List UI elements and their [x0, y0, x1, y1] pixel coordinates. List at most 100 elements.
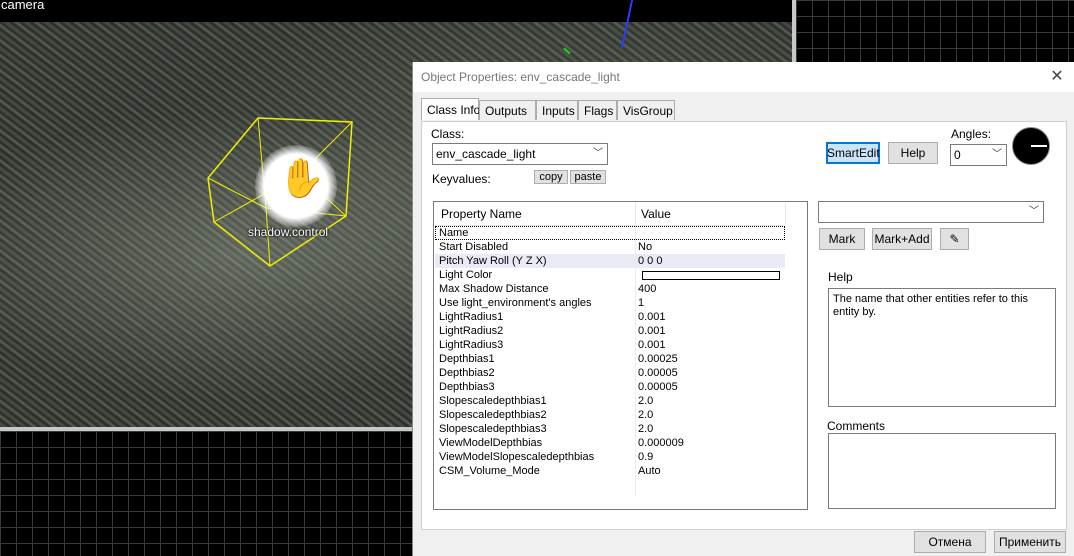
- property-value: 0.001: [638, 339, 666, 351]
- light-color-swatch[interactable]: [642, 271, 780, 280]
- property-value: 0.000009: [638, 437, 684, 449]
- property-name: Slopescaledepthbias2: [439, 409, 547, 421]
- property-value: 0.9: [638, 451, 654, 463]
- close-icon[interactable]: ✕: [1048, 66, 1066, 86]
- value-select[interactable]: ﹀: [818, 201, 1044, 223]
- property-value: 0.001: [638, 325, 666, 337]
- y-axis-line: [563, 47, 571, 55]
- property-value: 400: [638, 283, 657, 295]
- property-name: Depthbias2: [439, 367, 495, 379]
- property-value: 0.00005: [638, 381, 678, 393]
- help-textbox: The name that other entities refer to th…: [828, 288, 1056, 407]
- property-row[interactable]: Pitch Yaw Roll (Y Z X) 0 0 0: [435, 254, 785, 268]
- property-row[interactable]: Depthbias2 0.00005: [435, 366, 785, 380]
- property-row[interactable]: Use light_environment's angles 1: [435, 296, 785, 310]
- grid-viewport-bottom-left[interactable]: [0, 431, 412, 556]
- property-rows: Name Start Disabled No Pitch Yaw Roll (Y Z …: [435, 226, 785, 478]
- property-row[interactable]: Slopescaledepthbias1 2.0: [435, 394, 785, 408]
- property-value: 1: [638, 297, 645, 309]
- property-row[interactable]: Name: [435, 226, 785, 240]
- property-name: Pitch Yaw Roll (Y Z X): [439, 255, 547, 267]
- tab-visgroup[interactable]: VisGroup: [617, 100, 675, 120]
- column-separator: [635, 203, 636, 225]
- property-name: LightRadius1: [439, 311, 504, 323]
- chevron-down-icon: ﹀: [992, 149, 1002, 160]
- property-name: Slopescaledepthbias3: [439, 423, 547, 435]
- property-value: 0.00025: [638, 353, 678, 365]
- tab-outputs[interactable]: Outputs: [479, 100, 536, 120]
- property-name: ViewModelSlopescaledepthbias: [439, 451, 595, 463]
- apply-button[interactable]: Применить: [994, 531, 1066, 553]
- angle-dial-icon[interactable]: [1012, 127, 1050, 165]
- tab-flags[interactable]: Flags: [578, 100, 617, 120]
- property-row[interactable]: Slopescaledepthbias3 2.0: [435, 422, 785, 436]
- smartedit-button[interactable]: SmartEdit: [826, 142, 880, 164]
- property-name: LightRadius3: [439, 339, 504, 351]
- mark-button[interactable]: Mark: [819, 228, 865, 250]
- angles-select[interactable]: 0 ﹀: [950, 144, 1007, 166]
- property-value: 2.0: [638, 409, 654, 421]
- property-value: 2.0: [638, 395, 654, 407]
- property-name: ViewModelDepthbias: [439, 437, 543, 449]
- property-name: Light Color: [439, 269, 493, 281]
- property-list[interactable]: Property Name Value Name Start Disabled No…: [433, 201, 808, 510]
- chevron-down-icon: ﹀: [593, 148, 603, 159]
- property-name: Max Shadow Distance: [439, 283, 549, 295]
- camera-label: camera: [1, 0, 45, 12]
- property-row[interactable]: Slopescaledepthbias2 2.0: [435, 408, 785, 422]
- property-row[interactable]: Depthbias3 0.00005: [435, 380, 785, 394]
- chevron-down-icon: ﹀: [1029, 206, 1039, 217]
- angles-value: 0: [954, 148, 961, 162]
- z-axis-line: [620, 0, 634, 48]
- dialog-title: Object Properties: env_cascade_light: [421, 70, 620, 84]
- object-properties-dialog: Object Properties: env_cascade_light ✕ C…: [412, 62, 1074, 556]
- property-name: LightRadius2: [439, 325, 504, 337]
- help-button[interactable]: Help: [888, 142, 938, 164]
- property-name: Depthbias1: [439, 353, 495, 365]
- comments-textarea[interactable]: [828, 433, 1056, 509]
- property-row[interactable]: Light Color: [435, 268, 785, 282]
- property-row[interactable]: ViewModelDepthbias 0.000009: [435, 436, 785, 450]
- cancel-button[interactable]: Отмена: [914, 531, 986, 553]
- property-row[interactable]: Start Disabled No: [435, 240, 785, 254]
- hand-sprite-icon: ✋: [278, 158, 326, 200]
- property-row[interactable]: LightRadius2 0.001: [435, 324, 785, 338]
- help-label: Help: [828, 270, 853, 284]
- paste-button[interactable]: paste: [570, 170, 606, 184]
- property-value: 0.00005: [638, 367, 678, 379]
- property-name-header[interactable]: Property Name: [441, 207, 522, 221]
- property-value: 0 0 0: [638, 255, 663, 267]
- property-name: Slopescaledepthbias1: [439, 395, 547, 407]
- dialog-titlebar[interactable]: Object Properties: env_cascade_light ✕: [413, 62, 1074, 92]
- help-text: The name that other entities refer to th…: [833, 293, 1029, 318]
- property-row[interactable]: CSM_Volume_Mode Auto: [435, 464, 785, 478]
- property-row[interactable]: Depthbias1 0.00025: [435, 352, 785, 366]
- eyedropper-icon: ✎: [949, 232, 960, 246]
- property-value: 2.0: [638, 423, 654, 435]
- eyedropper-button[interactable]: ✎: [940, 228, 969, 250]
- class-label: Class:: [431, 127, 465, 141]
- mark-add-button[interactable]: Mark+Add: [872, 228, 932, 250]
- property-row[interactable]: Max Shadow Distance 400: [435, 282, 785, 296]
- class-info-panel: Class: env_cascade_light ﹀ Keyvalues: co…: [421, 121, 1067, 530]
- property-row[interactable]: ViewModelSlopescaledepthbias 0.9: [435, 450, 785, 464]
- property-row[interactable]: LightRadius1 0.001: [435, 310, 785, 324]
- value-header[interactable]: Value: [641, 207, 671, 221]
- entity-name-label: shadow.control: [248, 225, 329, 239]
- class-select[interactable]: env_cascade_light ﹀: [432, 143, 608, 165]
- property-value: 0.001: [638, 311, 666, 323]
- copy-button[interactable]: copy: [534, 170, 568, 184]
- comments-label: Comments: [827, 419, 886, 433]
- property-name: Start Disabled: [439, 241, 509, 253]
- property-list-header: Property Name Value: [435, 203, 786, 226]
- class-value: env_cascade_light: [436, 147, 536, 161]
- property-row[interactable]: LightRadius3 0.001: [435, 338, 785, 352]
- property-name: CSM_Volume_Mode: [439, 465, 540, 477]
- property-value: No: [638, 241, 653, 253]
- property-name: Use light_environment's angles: [439, 297, 592, 309]
- property-name: Depthbias3: [439, 381, 495, 393]
- angles-label: Angles:: [951, 127, 992, 141]
- tab-class-info[interactable]: Class Info: [421, 98, 480, 120]
- tab-inputs[interactable]: Inputs: [536, 100, 578, 120]
- grid-viewport-top-right[interactable]: [796, 0, 1074, 62]
